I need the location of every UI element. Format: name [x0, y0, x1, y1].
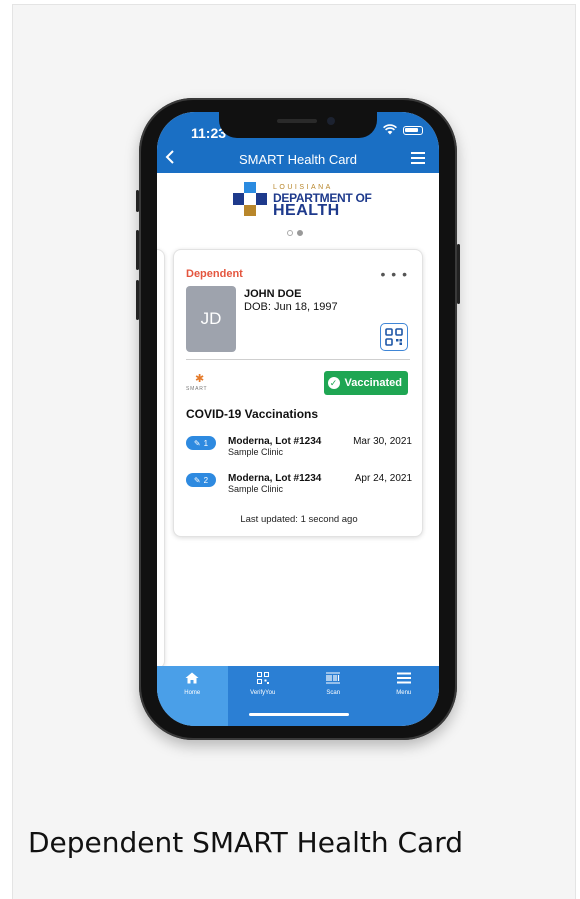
status-icons [383, 124, 423, 137]
dose-number: 2 [203, 475, 209, 485]
page-dot[interactable] [287, 230, 293, 236]
nav-verifyyou-label: VerifyYou [250, 690, 276, 696]
nav-home-label: Home [184, 690, 201, 696]
wifi-icon [383, 124, 397, 137]
mute-switch [136, 190, 139, 212]
dose-vaccine: Moderna, Lot #1234 [228, 473, 322, 484]
figure-caption: Dependent SMART Health Card [28, 826, 464, 859]
menu-button[interactable] [411, 152, 425, 167]
logo-line-health: HEALTH [273, 202, 340, 219]
more-options-button[interactable]: • • • [381, 266, 408, 282]
dose-vaccine: Moderna, Lot #1234 [228, 436, 322, 447]
hamburger-icon [411, 152, 425, 154]
home-icon [185, 672, 199, 688]
bottom-nav: Home VerifyYou Scan Menu [157, 666, 439, 726]
page-indicator[interactable] [287, 230, 303, 236]
logo-line-louisiana: LOUISIANA [273, 184, 333, 191]
page-dot-active[interactable] [297, 230, 303, 236]
dose-date: Mar 30, 2021 [353, 436, 412, 447]
check-circle-icon: ✓ [327, 377, 340, 389]
screen-title: SMART Health Card [238, 152, 357, 167]
power-button [457, 244, 460, 304]
last-updated: Last updated: 1 second ago [240, 514, 358, 525]
dose-number: 1 [203, 438, 209, 448]
dose-date: Apr 24, 2021 [354, 473, 412, 484]
dose-row: ✎ 2 Moderna, Lot #1234 Sample Clinic Apr… [186, 473, 412, 499]
vaccinations-heading: COVID-19 Vaccinations [186, 407, 319, 421]
syringe-icon: ✎ [193, 475, 201, 485]
smart-logo: ✱ SMART [186, 372, 216, 394]
nav-menu[interactable]: Menu [369, 666, 440, 726]
vaccinated-label: Vaccinated [344, 377, 402, 389]
ldh-logo: LOUISIANA DEPARTMENT OF HEALTH [233, 182, 373, 220]
barcode-icon [326, 672, 341, 688]
speaker [277, 119, 317, 123]
phone-screen: 11:23 SMART Health Card LOUISIANA DEPART… [157, 112, 439, 726]
health-card[interactable]: Dependent • • • JD JOHN DOE DOB: Jun 18,… [173, 249, 423, 537]
dose-number-pill: ✎ 2 [186, 473, 216, 487]
dose-clinic: Sample Clinic [228, 484, 284, 494]
relationship-label: Dependent [186, 268, 243, 280]
front-camera [327, 117, 335, 125]
vaccinated-badge: ✓ Vaccinated [323, 371, 408, 395]
avatar: JD [186, 286, 236, 352]
dose-clinic: Sample Clinic [228, 447, 284, 457]
dose-number-pill: ✎ 1 [186, 436, 216, 450]
nav-menu-label: Menu [396, 690, 412, 696]
phone-mockup: 11:23 SMART Health Card LOUISIANA DEPART… [136, 98, 460, 740]
notch [219, 112, 377, 138]
nav-scan[interactable]: Scan [298, 666, 369, 726]
home-indicator [249, 713, 349, 716]
person-dob: DOB: Jun 18, 1997 [244, 301, 338, 313]
qr-code-icon [385, 328, 403, 346]
previous-card-peek[interactable] [157, 249, 165, 669]
show-qr-button[interactable] [380, 323, 408, 351]
qr-code-icon [256, 672, 269, 688]
card-divider [186, 359, 410, 360]
nav-verifyyou[interactable]: VerifyYou [228, 666, 299, 726]
syringe-icon: ✎ [193, 438, 201, 448]
battery-icon [403, 126, 423, 135]
nav-scan-label: Scan [326, 690, 341, 696]
person-name: JOHN DOE [244, 288, 302, 300]
ldh-cross-icon [233, 182, 267, 216]
smart-flower-icon: ✱ [195, 373, 205, 385]
dose-row: ✎ 1 Moderna, Lot #1234 Sample Clinic Mar… [186, 436, 412, 462]
volume-down-button [136, 280, 139, 320]
smart-logo-text: SMART [186, 386, 208, 392]
volume-up-button [136, 230, 139, 270]
nav-home[interactable]: Home [157, 666, 228, 726]
hamburger-icon [396, 672, 411, 688]
